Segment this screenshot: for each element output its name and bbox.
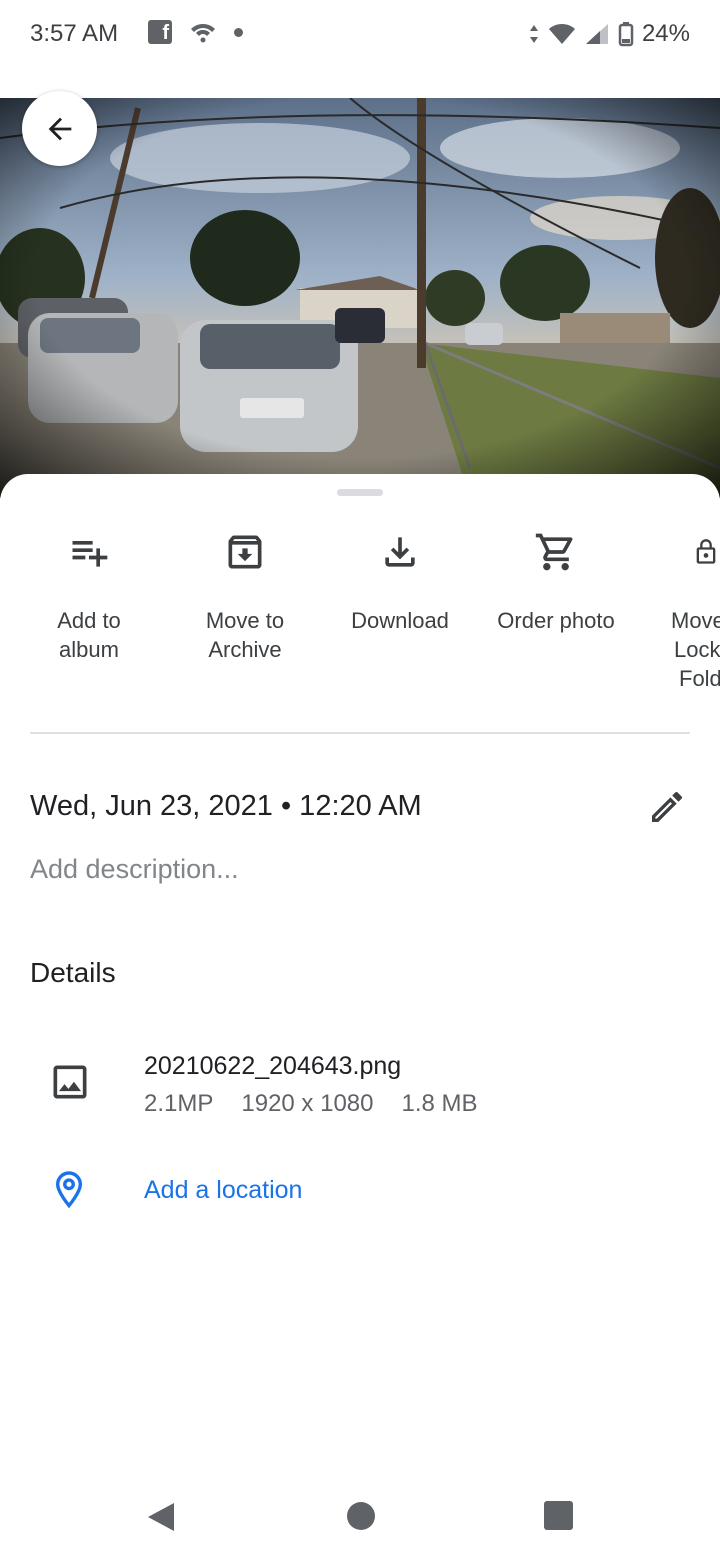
locked-folder-label-1: Move	[671, 608, 720, 633]
back-button[interactable]	[22, 91, 97, 166]
photo-datetime: Wed, Jun 23, 2021 • 12:20 AM	[30, 790, 422, 822]
image-file-icon	[53, 1065, 87, 1099]
nav-home-icon[interactable]	[347, 1502, 375, 1530]
download-icon	[385, 537, 415, 567]
file-size: 1.8 MB	[401, 1090, 478, 1117]
move-to-archive-button[interactable]: Move to Archive	[170, 530, 320, 664]
edit-pencil-icon	[652, 792, 683, 822]
divider	[30, 732, 690, 734]
battery-percentage: 24%	[641, 20, 690, 47]
wifi-icon	[548, 24, 575, 44]
system-nav-bar	[0, 1474, 720, 1560]
lock-icon	[696, 539, 716, 564]
arrow-back-icon	[48, 117, 71, 140]
battery-icon	[618, 22, 634, 47]
edit-datetime-button[interactable]	[646, 786, 688, 828]
wifi-notification-icon	[191, 24, 215, 43]
archive-icon	[228, 535, 262, 569]
cart-icon	[535, 533, 573, 571]
action-row: Add to album Move to Archive Download Or…	[0, 530, 720, 700]
add-to-album-label-1: Add to	[57, 608, 121, 633]
file-name: 20210622_204643.png	[144, 1052, 402, 1080]
file-resolution: 1920 x 1080	[241, 1090, 374, 1117]
notification-dot-icon	[234, 27, 243, 37]
status-time: 3:57 AM	[30, 20, 119, 47]
add-location-link[interactable]: Add a location	[144, 1176, 302, 1205]
details-heading: Details	[30, 957, 116, 988]
add-to-album-button[interactable]: Add to album	[14, 530, 164, 664]
add-description-input[interactable]: Add description...	[30, 854, 239, 885]
locked-folder-label-3: Fold	[679, 666, 720, 691]
photo-preview[interactable]	[0, 98, 720, 498]
status-bar: 3:57 AM f 24%	[0, 0, 720, 70]
playlist-add-icon	[72, 541, 108, 567]
file-megapixels: 2.1MP	[144, 1090, 214, 1117]
move-to-archive-label-1: Move to	[205, 608, 285, 633]
order-photo-button[interactable]: Order photo	[481, 530, 631, 635]
drag-handle[interactable]	[337, 489, 383, 496]
location-pin-icon	[55, 1171, 83, 1209]
move-to-archive-label-2: Archive	[208, 637, 282, 662]
file-meta: 2.1MP 1920 x 1080 1.8 MB	[144, 1090, 478, 1118]
locked-folder-label-2: Lock	[674, 637, 720, 662]
status-system-icons: 24%	[528, 20, 690, 48]
add-to-album-label-2: album	[59, 637, 119, 662]
photo-info-sheet: Add to album Move to Archive Download Or…	[0, 474, 720, 1474]
nav-recents-icon[interactable]	[544, 1501, 573, 1530]
download-label: Download	[351, 608, 449, 633]
signal-icon	[585, 24, 608, 44]
download-button[interactable]: Download	[325, 530, 475, 635]
nav-back-icon[interactable]	[146, 1501, 176, 1533]
move-to-locked-folder-button[interactable]: Move Lock Fold	[636, 530, 720, 693]
photo-image	[0, 98, 720, 498]
status-notification-icons: f	[148, 20, 243, 44]
data-arrows-icon	[529, 25, 538, 43]
facebook-icon: f	[148, 20, 172, 44]
order-photo-label: Order photo	[497, 608, 615, 633]
